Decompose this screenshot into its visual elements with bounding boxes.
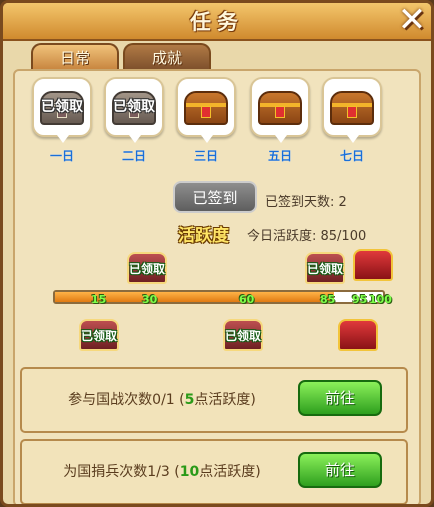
task-points: 10 [179,464,200,480]
sign-reward-day-2[interactable]: 已领取 二日 [103,77,165,164]
reward-bubble [250,77,310,143]
chest-icon [353,249,393,281]
milestone-tick-60: 60 [239,293,255,306]
task-description: 为国捐兵次数1/3 (10点活跃度) [32,461,292,481]
chest-icon [184,91,228,125]
chest-icon [258,91,302,125]
claimed-stamp: 已领取 [41,99,83,115]
tab-daily[interactable]: 日常 [31,43,119,70]
reward-bubble: 已领取 [104,77,164,143]
task-row: 参与国战次数0/1 (5点活跃度) 前往 [20,367,408,433]
task-row: 为国捐兵次数1/3 (10点活跃度) 前往 [20,439,408,504]
task-text-prefix: 参与国战次数0/1 ( [68,392,185,408]
activity-title: 活跃度 [178,226,229,246]
claimed-stamp: 已领取 [113,99,155,115]
sign-reward-day-7[interactable]: 七日 [321,77,383,164]
claimed-label: 已领取 [128,262,165,276]
window-title: 任务 [190,10,244,34]
milestone-tick-85: 85 [320,293,336,306]
close-icon[interactable]: ✕ [395,3,429,37]
activity-today: 今日活跃度: 85/100 [247,229,367,244]
day-label: 二日 [121,149,146,163]
tab-achievement[interactable]: 成就 [123,43,211,70]
milestone-tick-15: 15 [91,293,107,306]
chest-icon [330,91,374,125]
day-label: 一日 [49,149,74,163]
task-text-suffix: 点活跃度) [194,392,256,408]
task-text-prefix: 为国捐兵次数1/3 ( [63,464,180,480]
chest-icon [338,319,378,351]
sign-reward-day-3[interactable]: 三日 [175,77,237,164]
day-label: 七日 [339,149,364,163]
task-panel: 任务 ✕ 日常 成就 已领取 一日 已领取 二日 三日 五日 七日 已签到 已签… [0,0,434,507]
claimed-label: 已领取 [224,329,261,343]
sign-reward-day-5[interactable]: 五日 [249,77,311,164]
sign-in-button[interactable]: 已签到 [173,181,257,213]
milestone-chest-100[interactable] [351,243,395,285]
milestone-chest-60[interactable]: 已领取 [221,313,265,355]
milestone-chest-95[interactable] [336,313,380,355]
task-description: 参与国战次数0/1 (5点活跃度) [32,389,292,409]
milestone-tick-100: 100 [369,293,392,306]
day-label: 三日 [193,149,218,163]
go-button[interactable]: 前往 [298,452,382,488]
title-bar: 任务 ✕ [3,3,431,41]
reward-bubble: 已领取 [32,77,92,143]
reward-bubble [176,77,236,143]
go-button[interactable]: 前往 [298,380,382,416]
milestone-tick-30: 30 [142,293,158,306]
milestone-tick-95: 95 [352,293,368,306]
claimed-label: 已领取 [306,262,343,276]
day-label: 五日 [267,149,292,163]
task-text-suffix: 点活跃度) [199,464,261,480]
milestone-chest-85[interactable]: 已领取 [303,246,347,288]
claimed-label: 已领取 [80,329,117,343]
reward-bubble [322,77,382,143]
milestone-chest-15[interactable]: 已领取 [77,313,121,355]
milestone-chest-30[interactable]: 已领取 [125,246,169,288]
sign-reward-day-1[interactable]: 已领取 一日 [31,77,93,164]
task-points: 5 [184,392,195,408]
signed-days-count: 已签到天数: 2 [265,195,347,210]
